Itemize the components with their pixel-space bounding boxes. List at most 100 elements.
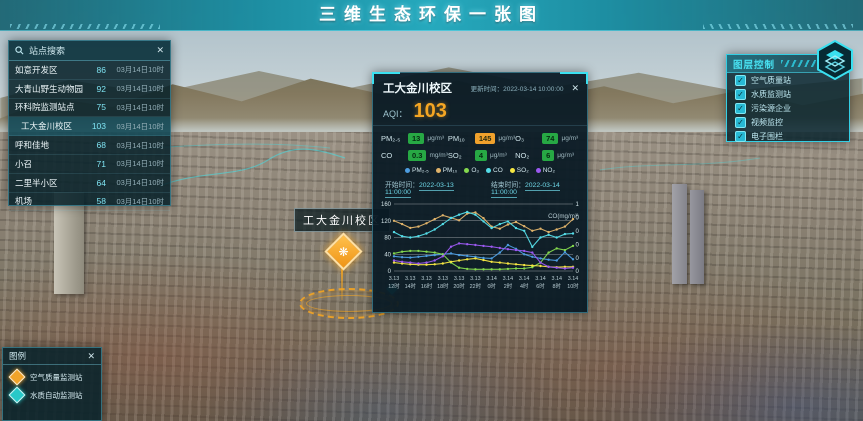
pollutant-name: NO₂ — [515, 151, 539, 160]
station-name: 呼和佳地 — [15, 139, 84, 151]
layer-label: 水质监测站 — [751, 89, 791, 100]
station-row[interactable]: 工大金川校区10303月14日10时 — [9, 117, 170, 136]
pollutant-reading: O₃74μg/m³ — [515, 133, 581, 144]
legend-label: CO — [493, 167, 503, 174]
update-time: 更新时间：2022-03-14 10:00:00 — [452, 83, 571, 93]
map-legend-panel: 图例 ✕ 空气质量监测站水质自动监测站 — [2, 347, 102, 421]
layer-label: 视频监控 — [751, 117, 783, 128]
station-name: 工大金川校区 — [15, 120, 84, 132]
legend-item[interactable]: SO₂ — [510, 167, 529, 174]
layers-hexagon-icon[interactable] — [816, 40, 854, 80]
station-aqi: 86 — [84, 65, 106, 75]
station-row[interactable]: 二里半小区6403月14日10时 — [9, 174, 170, 193]
aqi-value: 103 — [414, 100, 447, 123]
close-icon[interactable]: ✕ — [571, 84, 579, 93]
legend-dot-icon — [486, 168, 491, 173]
station-aqi: 71 — [84, 159, 106, 169]
legend-item[interactable]: O₃ — [464, 167, 479, 174]
svg-text:20时: 20时 — [453, 282, 465, 290]
start-time-label: 开始时间： — [385, 182, 419, 189]
layer-item[interactable]: ✓ 电子围栏 — [727, 130, 849, 143]
close-icon[interactable]: ✕ — [156, 46, 164, 55]
svg-text:8时: 8时 — [553, 282, 562, 290]
legend-row: 水质自动监测站 — [3, 383, 101, 401]
svg-text:0.4: 0.4 — [576, 242, 580, 248]
station-time: 03月14日10时 — [106, 196, 164, 207]
close-icon[interactable]: ✕ — [87, 352, 95, 361]
legend-dot-icon — [405, 168, 410, 173]
station-name: 环科院监测站点 — [15, 101, 84, 113]
right-axis-title: CO(mg/m³) — [548, 213, 579, 220]
svg-text:1: 1 — [576, 202, 580, 208]
checkbox-icon[interactable]: ✓ — [735, 103, 746, 114]
station-row[interactable]: 机场5803月14日10时 — [9, 193, 170, 212]
pollutant-value-badge: 4 — [475, 150, 487, 161]
pollutant-readings: PM₂.₅13μg/m³PM₁₀145μg/m³O₃74μg/m³CO0.3mg… — [373, 126, 587, 163]
station-row[interactable]: 大青山野生动物园9203月14日10时 — [9, 80, 170, 99]
svg-text:120: 120 — [381, 219, 392, 225]
checkbox-icon[interactable]: ✓ — [735, 131, 746, 142]
svg-text:12时: 12时 — [388, 282, 400, 290]
station-row[interactable]: 小召7103月14日10时 — [9, 155, 170, 174]
svg-text:3.14: 3.14 — [535, 276, 546, 282]
legend-label: PM₂.₅ — [412, 167, 429, 174]
top-header: 三维生态环保一张图 — [0, 0, 863, 31]
legend-items: 空气质量监测站水质自动监测站 — [3, 365, 101, 401]
station-row[interactable]: 如意开发区8603月14日10时 — [9, 61, 170, 80]
layer-item[interactable]: ✓ 水质监测站 — [727, 88, 849, 101]
legend-item[interactable]: NO₂ — [536, 167, 555, 174]
legend-label: SO₂ — [517, 167, 529, 174]
legend-row-label: 水质自动监测站 — [30, 390, 83, 401]
station-time: 03月14日10时 — [106, 121, 164, 132]
page-title: 三维生态环保一张图 — [0, 0, 863, 30]
svg-text:22时: 22时 — [470, 282, 482, 290]
station-diamond-icon — [9, 387, 26, 404]
pollutant-value-badge: 0.3 — [408, 150, 426, 161]
pollutant-reading: CO0.3mg/m³ — [381, 150, 448, 161]
legend-item[interactable]: PM₁₀ — [436, 167, 458, 174]
aqi-row: AQI： 103 — [373, 98, 587, 126]
svg-text:0: 0 — [576, 269, 580, 275]
station-list-header: 站点搜索 ✕ — [9, 41, 170, 61]
checkbox-icon[interactable]: ✓ — [735, 117, 746, 128]
svg-text:0: 0 — [388, 269, 392, 275]
pollutant-name: PM₁₀ — [448, 134, 472, 143]
legend-row: 空气质量监测站 — [3, 365, 101, 383]
layer-label: 电子围栏 — [751, 131, 783, 142]
station-rows: 如意开发区8603月14日10时大青山野生动物园9203月14日10时环科院监测… — [9, 61, 170, 211]
checkbox-icon[interactable]: ✓ — [735, 89, 746, 100]
pollutant-unit: μg/m³ — [490, 152, 507, 159]
legend-title: 图例 — [9, 350, 87, 362]
legend-item[interactable]: PM₂.₅ — [405, 167, 429, 174]
station-name: 大青山野生动物园 — [15, 83, 84, 95]
pollutant-name: O₃ — [515, 134, 539, 143]
station-aqi: 103 — [84, 121, 106, 131]
svg-text:3.13: 3.13 — [405, 276, 416, 282]
svg-text:3.14: 3.14 — [486, 276, 497, 282]
station-name: 小召 — [15, 158, 84, 170]
search-icon[interactable] — [15, 46, 24, 55]
station-row[interactable]: 环科院监测站点7503月14日10时 — [9, 99, 170, 118]
station-time: 03月14日10时 — [106, 140, 164, 151]
pollutant-reading: PM₂.₅13μg/m³ — [381, 133, 448, 144]
station-name: 如意开发区 — [15, 64, 84, 76]
checkbox-icon[interactable]: ✓ — [735, 75, 746, 86]
pollutant-unit: μg/m³ — [561, 135, 578, 142]
svg-text:3.14: 3.14 — [503, 276, 513, 282]
pollutant-unit: mg/m³ — [429, 152, 447, 159]
station-time: 03月14日10时 — [106, 64, 164, 75]
legend-label: O₃ — [471, 167, 479, 174]
station-row[interactable]: 呼和佳地6803月14日10时 — [9, 136, 170, 155]
svg-text:0时: 0时 — [487, 282, 496, 290]
svg-text:3.13: 3.13 — [438, 276, 449, 282]
legend-item[interactable]: CO — [486, 167, 503, 174]
legend-label: PM₁₀ — [443, 167, 458, 174]
station-aqi: 75 — [84, 102, 106, 112]
layer-item[interactable]: ✓污染源企业 — [727, 102, 849, 115]
aqi-label: AQI： — [383, 107, 408, 120]
station-aqi: 64 — [84, 178, 106, 188]
layer-item[interactable]: ✓ 视频监控 — [727, 116, 849, 129]
building-tower — [672, 184, 687, 284]
pollutant-unit: μg/m³ — [557, 152, 574, 159]
pollutant-name: PM₂.₅ — [381, 134, 405, 143]
